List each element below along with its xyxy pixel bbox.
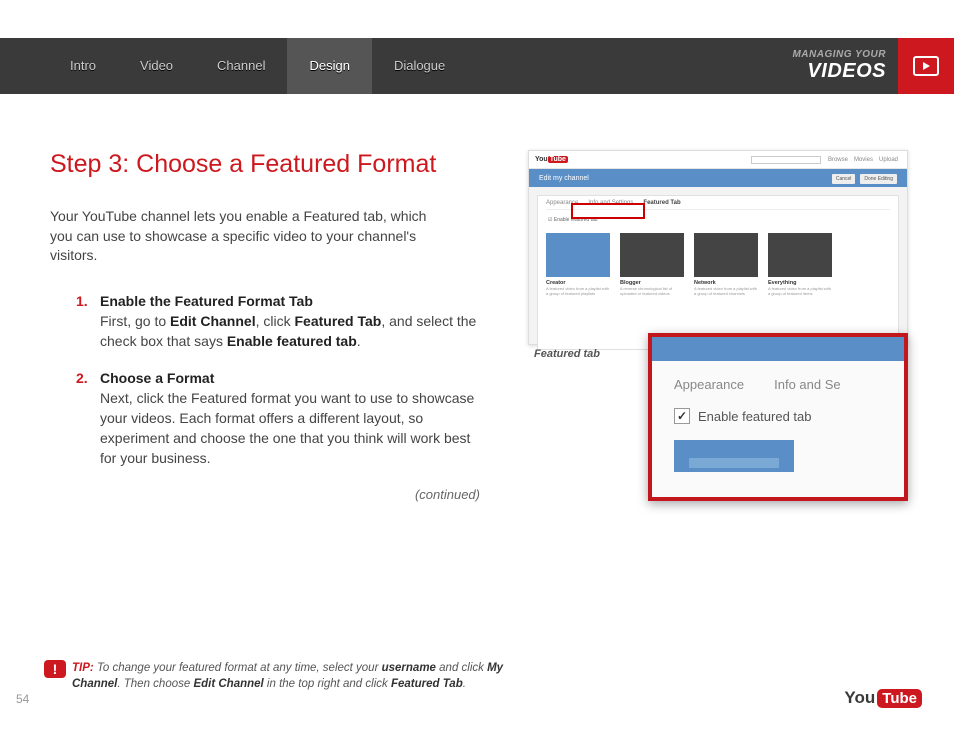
step-1-number: 1. <box>76 292 88 312</box>
nav-video[interactable]: Video <box>118 38 195 94</box>
youtube-logo: You Tube <box>844 688 922 708</box>
step-2-body: Next, click the Featured format you want… <box>100 390 474 466</box>
header-bar: Intro Video Channel Design Dialogue MANA… <box>0 38 954 94</box>
format-everything: Everything A featured video from a playl… <box>768 233 832 297</box>
format-blogger: Blogger A reverse chronological list of … <box>620 233 684 297</box>
tip-body: To change your featured format at any ti… <box>72 662 503 690</box>
callout-highlight-small <box>571 203 645 219</box>
step-2-title: Choose a Format <box>100 370 214 386</box>
page-number: 54 <box>16 692 29 706</box>
mini-tab-featured: Featured Tab <box>643 200 680 206</box>
page-title: Step 3: Choose a Featured Format <box>50 150 490 179</box>
intro-text: Your YouTube channel lets you enable a F… <box>50 207 430 266</box>
nav-design[interactable]: Design <box>287 38 371 94</box>
youtube-logo-you: You <box>844 688 875 708</box>
header-icon-block <box>898 38 954 94</box>
step-2-number: 2. <box>76 369 88 389</box>
format-creator: Creator A featured video from a playlist… <box>546 233 610 297</box>
screenshot-edit-channel: YouTube Browse Movies Upload Edit my cha… <box>528 150 908 345</box>
mini-link-upload: Upload <box>879 157 898 163</box>
youtube-logo-tube: Tube <box>877 689 922 708</box>
mini-done-button: Done Editing <box>860 174 897 184</box>
mini-link-browse: Browse <box>828 157 848 163</box>
screenshot-zoom: Appearance Info and Se ✓ Enable featured… <box>648 333 908 501</box>
mini-youtube-logo: YouTube <box>535 156 568 163</box>
tip-box: ! TIP: To change your featured format at… <box>72 660 512 692</box>
mini-link-movies: Movies <box>854 157 873 163</box>
alert-icon: ! <box>44 660 66 678</box>
step-1: 1. Enable the Featured Format Tab First,… <box>100 292 490 352</box>
section-big: VIDEOS <box>792 61 886 82</box>
section-label: MANAGING YOUR VIDEOS <box>792 50 898 82</box>
mini-cancel-button: Cancel <box>832 174 856 184</box>
mini-search-input <box>751 156 821 164</box>
zoom-checkbox-label: Enable featured tab <box>698 409 811 424</box>
nav-channel[interactable]: Channel <box>195 38 287 94</box>
tip-label: TIP: <box>72 662 94 674</box>
step-1-body: First, go to Edit Channel, click Feature… <box>100 313 476 349</box>
nav-intro[interactable]: Intro <box>48 38 118 94</box>
zoom-tab-info: Info and Se <box>774 377 841 392</box>
zoom-checkbox: ✓ <box>674 408 690 424</box>
nav-dialogue[interactable]: Dialogue <box>372 38 467 94</box>
mini-bluebar-title: Edit my channel <box>539 175 589 182</box>
zoom-format-preview <box>674 440 794 472</box>
zoom-tab-appearance: Appearance <box>674 377 744 392</box>
format-network: Network A featured video from a playlist… <box>694 233 758 297</box>
screenshot-caption: Featured tab <box>534 348 600 360</box>
step-2: 2. Choose a Format Next, click the Featu… <box>100 369 490 468</box>
screenshot-area: YouTube Browse Movies Upload Edit my cha… <box>500 150 904 580</box>
continued-label: (continued) <box>50 487 490 502</box>
step-1-title: Enable the Featured Format Tab <box>100 293 313 309</box>
play-icon <box>913 56 939 76</box>
